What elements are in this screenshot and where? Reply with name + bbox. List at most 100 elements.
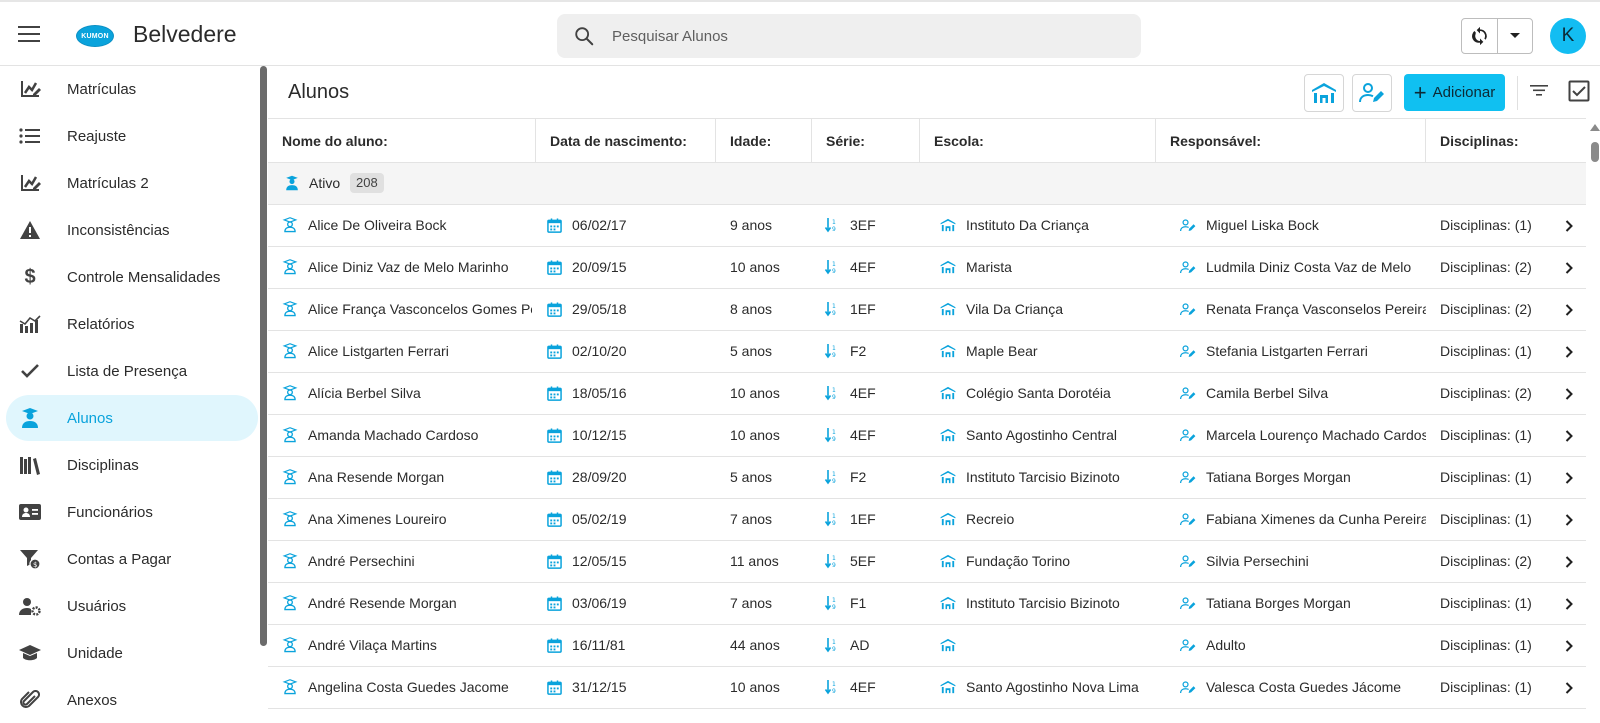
age-text: 10 anos — [730, 679, 780, 695]
birth-date-text: 20/09/15 — [572, 259, 627, 275]
chevron-right-icon[interactable] — [1565, 513, 1573, 531]
column-header-birth[interactable]: Data de nascimento: — [536, 119, 716, 163]
birth-date-text: 10/12/15 — [572, 427, 627, 443]
calendar-icon — [546, 595, 562, 611]
chevron-right-icon[interactable] — [1565, 555, 1573, 573]
cell-birth-date: 29/05/18 — [546, 289, 706, 330]
sidebar-item-lista-presenca[interactable]: Lista de Presença — [6, 348, 258, 394]
cell-student-name: Alícia Berbel Silva — [282, 373, 532, 414]
school-icon — [1312, 83, 1336, 103]
school-filter-button[interactable] — [1304, 74, 1344, 112]
scroll-thumb[interactable] — [1591, 142, 1599, 162]
sidebar-item-disciplinas[interactable]: Disciplinas — [6, 442, 258, 488]
calendar-icon — [546, 427, 562, 443]
table-row[interactable]: Alice De Oliveira Bock 06/02/17 9 anos 1 9 3E… — [268, 205, 1586, 247]
table-row[interactable]: Alice Diniz Vaz de Melo Marinho 20/09/15 1… — [268, 247, 1586, 289]
column-header-school[interactable]: Escola: — [920, 119, 1156, 163]
chevron-right-icon[interactable] — [1565, 429, 1573, 447]
svg-text:9: 9 — [832, 394, 836, 401]
chevron-right-icon[interactable] — [1565, 261, 1573, 279]
table-row[interactable]: André Vilaça Martins 16/11/81 44 anos 1 9 AD A… — [268, 625, 1586, 667]
cell-birth-date: 20/09/15 — [546, 247, 706, 288]
student-name-text: André Resende Morgan — [308, 595, 457, 611]
table-row[interactable]: André Resende Morgan 03/06/19 7 anos 1 9 F1 In… — [268, 583, 1586, 625]
table-row[interactable]: Ana Resende Morgan 28/09/20 5 anos 1 9 F2 Inst… — [268, 457, 1586, 499]
select-all-icon[interactable] — [1568, 80, 1590, 102]
sidebar-item-contas-pagar[interactable]: $ Contas a Pagar — [6, 536, 258, 582]
sync-dropdown-button[interactable] — [1498, 19, 1532, 53]
chevron-right-icon[interactable] — [1565, 471, 1573, 489]
column-header-name[interactable]: Nome do aluno: — [268, 119, 536, 163]
filter-icon[interactable] — [1530, 83, 1548, 97]
subjects-text: Disciplinas: (1) — [1440, 427, 1532, 443]
calendar-icon — [546, 469, 562, 485]
table-row[interactable]: Angelina Costa Guedes Jacome 31/12/15 10 a… — [268, 667, 1586, 709]
sidebar-item-matriculas[interactable]: Matrículas — [6, 66, 258, 112]
cell-subjects: Disciplinas: (1) — [1440, 331, 1560, 372]
scroll-up-icon[interactable] — [1590, 124, 1600, 131]
sidebar-item-reajuste[interactable]: Reajuste — [6, 113, 258, 159]
column-header-grade[interactable]: Série: — [812, 119, 920, 163]
sidebar-item-label: Lista de Presença — [67, 362, 188, 380]
user-avatar[interactable]: K — [1550, 18, 1586, 54]
search-icon — [575, 27, 594, 46]
cell-student-name: Alice Listgarten Ferrari — [282, 331, 532, 372]
chevron-right-icon[interactable] — [1565, 597, 1573, 615]
table-row[interactable]: Alice Listgarten Ferrari 02/10/20 5 anos 1 9… — [268, 331, 1586, 373]
table-scrollbar[interactable] — [1590, 118, 1600, 721]
sidebar-item-funcionarios[interactable]: Funcionários — [6, 489, 258, 535]
sidebar-item-unidade[interactable]: Unidade — [6, 630, 258, 676]
school-icon — [940, 637, 956, 653]
guardian-text: Fabiana Ximenes da Cunha Pereira Lou — [1206, 511, 1426, 527]
sort-numeric-icon: 19 — [824, 385, 840, 401]
cell-school: Instituto Da Criança — [940, 205, 1154, 246]
guardian-icon — [1180, 385, 1196, 401]
age-text: 10 anos — [730, 259, 780, 275]
calendar-icon — [546, 385, 562, 401]
guardian-icon — [1180, 427, 1196, 443]
guardian-text: Camila Berbel Silva — [1206, 385, 1329, 401]
sidebar-item-matriculas-2[interactable]: Matrículas 2 — [6, 160, 258, 206]
edit-guardian-button[interactable] — [1352, 74, 1392, 112]
table-row[interactable]: Amanda Machado Cardoso 10/12/15 10 anos 1 9 4… — [268, 415, 1586, 457]
sort-numeric-icon: 19 — [824, 679, 840, 695]
menu-icon[interactable] — [18, 26, 40, 44]
svg-text:9: 9 — [832, 352, 836, 359]
sidebar-item-controle-mensalidades[interactable]: $ Controle Mensalidades — [6, 254, 258, 300]
chevron-right-icon[interactable] — [1565, 303, 1573, 321]
sidebar-item-inconsistencias[interactable]: Inconsistências — [6, 207, 258, 253]
page-title: Alunos — [288, 81, 350, 103]
sidebar-item-usuarios[interactable]: Usuários — [6, 583, 258, 629]
cell-guardian: Renata França Vasconselos Pereira — [1180, 289, 1426, 330]
guardian-text: Silvia Persechini — [1206, 553, 1309, 569]
sidebar-scrollbar[interactable] — [260, 66, 267, 646]
table-row[interactable]: Alice França Vasconcelos Gomes Per... 29/… — [268, 289, 1586, 331]
add-button-label: Adicionar — [1432, 84, 1496, 101]
sidebar-item-anexos[interactable]: Anexos — [6, 677, 258, 723]
cell-age: 5 anos — [730, 457, 810, 498]
column-header-guardian[interactable]: Responsável: — [1156, 119, 1426, 163]
student-icon — [282, 385, 298, 401]
chevron-right-icon[interactable] — [1565, 219, 1573, 237]
sync-button[interactable] — [1462, 19, 1498, 53]
age-text: 11 anos — [730, 553, 779, 569]
group-row-ativo[interactable]: Ativo 208 — [268, 163, 1586, 205]
table-row[interactable]: Alícia Berbel Silva 18/05/16 10 anos 1 9 4EF C… — [268, 373, 1586, 415]
sidebar-item-label: Controle Mensalidades — [67, 268, 221, 286]
column-header-subjects[interactable]: Disciplinas: — [1426, 119, 1586, 163]
school-text: Instituto Da Criança — [966, 217, 1089, 233]
column-header-age[interactable]: Idade: — [716, 119, 812, 163]
search-input[interactable] — [612, 24, 1112, 48]
chevron-right-icon[interactable] — [1565, 681, 1573, 699]
sidebar-item-label: Usuários — [67, 597, 127, 615]
cell-age: 7 anos — [730, 499, 810, 540]
add-button[interactable]: + Adicionar — [1404, 74, 1505, 111]
table-row[interactable]: André Persechini 12/05/15 11 anos 1 9 5EF Fund… — [268, 541, 1586, 583]
sidebar-item-alunos[interactable]: Alunos — [6, 395, 258, 441]
chevron-right-icon[interactable] — [1565, 345, 1573, 363]
search-bar[interactable] — [557, 14, 1141, 58]
chevron-right-icon[interactable] — [1565, 387, 1573, 405]
chevron-right-icon[interactable] — [1565, 639, 1573, 657]
table-row[interactable]: Ana Ximenes Loureiro 05/02/19 7 anos 1 9 1EF R… — [268, 499, 1586, 541]
sidebar-item-relatorios[interactable]: Relatórios — [6, 301, 258, 347]
